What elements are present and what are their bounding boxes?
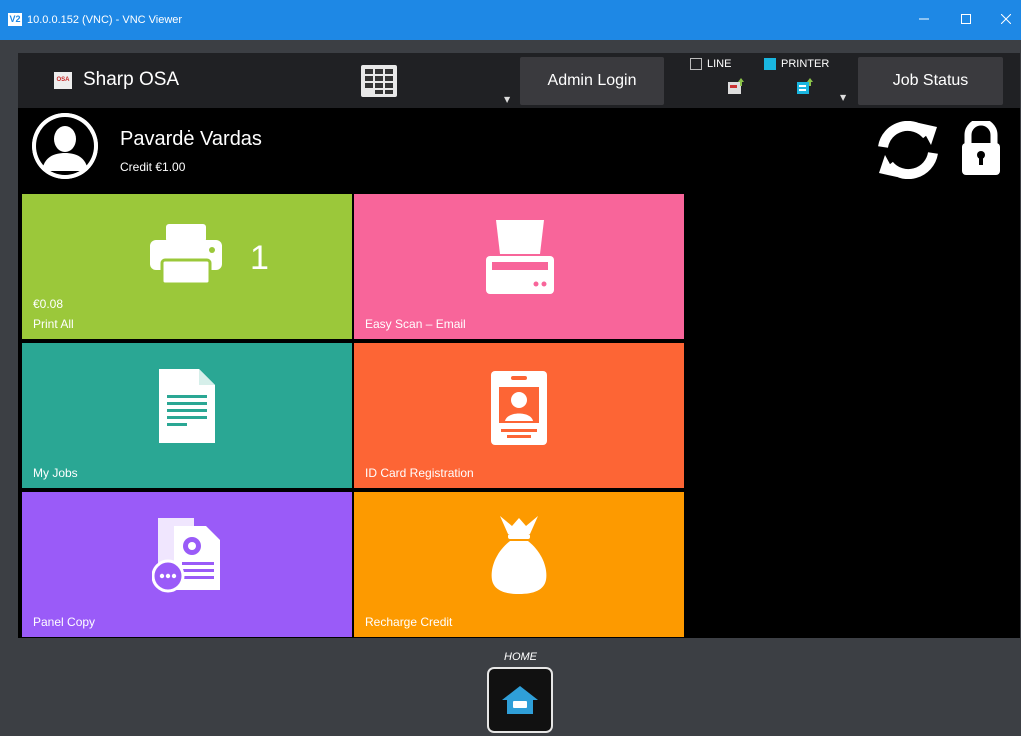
- refresh-icon: [878, 120, 938, 180]
- osa-topbar: OSA Sharp OSA ▼ Admin Login LINE PRINTER…: [18, 53, 1020, 108]
- lock-button[interactable]: [960, 118, 1002, 181]
- tile-panel-copy[interactable]: Panel Copy: [22, 492, 352, 637]
- status-dropdown-arrow-icon[interactable]: ▼: [840, 93, 846, 102]
- line-device-icon: [726, 77, 746, 99]
- app-name: Sharp OSA: [83, 69, 180, 90]
- printer-icon: [150, 224, 222, 289]
- refresh-button[interactable]: [875, 120, 941, 183]
- printer-status[interactable]: PRINTER: [764, 58, 829, 70]
- print-job-count: 1: [250, 239, 269, 277]
- vnc-logo-icon: V2: [8, 13, 22, 26]
- user-name: Pavardė Vardas: [120, 128, 262, 150]
- money-bag-icon: [490, 514, 548, 599]
- device-screen: OSA Sharp OSA ▼ Admin Login LINE PRINTER…: [18, 53, 1020, 638]
- printer-checkbox[interactable]: [764, 58, 776, 70]
- keypad-icon: [361, 65, 397, 97]
- tile-recharge-credit[interactable]: Recharge Credit: [354, 492, 684, 637]
- tile-label: Easy Scan – Email: [365, 317, 466, 331]
- printer-device-icon: [795, 77, 815, 99]
- tile-print-all[interactable]: 1 €0.08 Print All: [22, 194, 352, 339]
- admin-login-button[interactable]: Admin Login: [520, 57, 664, 105]
- tile-label: Print All: [33, 317, 74, 331]
- device-frame: OSA Sharp OSA ▼ Admin Login LINE PRINTER…: [0, 40, 1021, 736]
- close-button[interactable]: [995, 8, 1017, 30]
- user-credit: Credit €1.00: [120, 160, 186, 174]
- keypad-dropdown-arrow-icon[interactable]: ▼: [504, 95, 510, 104]
- print-all-price: €0.08: [33, 297, 64, 311]
- panel-copy-icon: [151, 518, 222, 599]
- lock-icon: [962, 118, 1000, 175]
- window-title-group: V2 10.0.0.152 (VNC) - VNC Viewer: [8, 13, 182, 26]
- home-icon: [502, 686, 538, 714]
- line-label: LINE: [707, 58, 732, 70]
- tile-label: Recharge Credit: [365, 615, 453, 629]
- user-avatar-icon: [32, 113, 98, 179]
- line-status[interactable]: LINE: [690, 58, 731, 70]
- window-title: 10.0.0.152 (VNC) - VNC Viewer: [27, 13, 183, 26]
- id-card-icon: [491, 371, 547, 450]
- tile-easy-scan-email[interactable]: Easy Scan – Email: [354, 194, 684, 339]
- app-brand: OSA Sharp OSA: [54, 69, 179, 91]
- minimize-button[interactable]: [913, 8, 935, 30]
- job-status-button[interactable]: Job Status: [858, 57, 1003, 105]
- tile-label: My Jobs: [33, 466, 78, 480]
- home-button[interactable]: [487, 667, 553, 733]
- osa-logo-icon: OSA: [54, 71, 72, 89]
- maximize-icon: [961, 14, 971, 24]
- keypad-button[interactable]: [361, 65, 397, 101]
- document-icon: [159, 369, 215, 448]
- printer-label: PRINTER: [781, 58, 830, 70]
- maximize-button[interactable]: [955, 8, 977, 30]
- tile-id-card-registration[interactable]: ID Card Registration: [354, 343, 684, 488]
- home-label: HOME: [504, 651, 537, 663]
- avatar: [32, 113, 98, 179]
- scanner-icon: [482, 220, 558, 301]
- line-checkbox[interactable]: [690, 58, 702, 70]
- close-icon: [1001, 14, 1011, 24]
- window-titlebar: V2 10.0.0.152 (VNC) - VNC Viewer: [0, 0, 1021, 40]
- minimize-icon: [919, 18, 929, 20]
- user-panel: Pavardė Vardas Credit €1.00: [18, 108, 1020, 188]
- tile-my-jobs[interactable]: My Jobs: [22, 343, 352, 488]
- tile-label: Panel Copy: [33, 615, 96, 629]
- tile-label: ID Card Registration: [365, 466, 474, 480]
